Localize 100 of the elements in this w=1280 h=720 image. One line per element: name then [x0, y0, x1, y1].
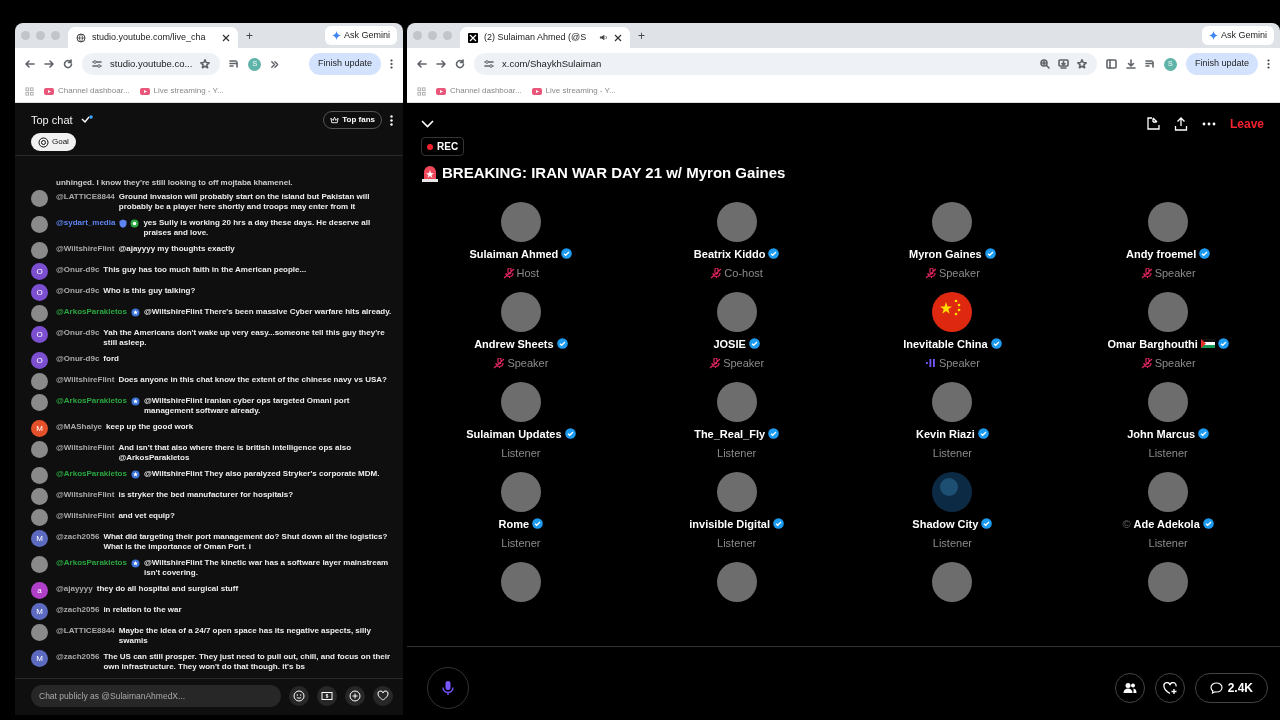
avatar-photo: [31, 467, 48, 484]
side-panel-icon[interactable]: [1105, 59, 1117, 69]
finish-update-button[interactable]: Finish update: [308, 53, 381, 75]
reload-icon[interactable]: [455, 59, 465, 69]
more-icon[interactable]: [390, 114, 393, 126]
close-icon[interactable]: [614, 33, 622, 42]
chat-author: @Onur-d9c: [56, 265, 100, 275]
avatar-photo: [31, 441, 48, 458]
react-button[interactable]: [1154, 673, 1185, 703]
shield-icon: [119, 218, 128, 228]
chevrons-icon[interactable]: [270, 59, 280, 69]
bookmark-link[interactable]: Channel dashboar...: [450, 85, 522, 97]
participant-role: Host: [516, 266, 540, 281]
avatar-photo: [1148, 291, 1189, 332]
super-chat-button[interactable]: [317, 686, 337, 706]
participant-name: Rome: [498, 516, 530, 532]
chat-author: @WiltshireFlint: [56, 375, 115, 385]
browser-tab[interactable]: (2) Sulaiman Ahmed (@S: [460, 27, 630, 48]
chat-author: @WiltshireFlint: [56, 244, 115, 254]
avatar-photo: [31, 305, 48, 322]
avatar-photo: [1148, 381, 1189, 422]
leave-button[interactable]: Leave: [1229, 115, 1264, 133]
add-icon: [349, 690, 361, 702]
address-bar[interactable]: x.com/ShaykhSulaiman: [474, 53, 1097, 75]
member-badge-icon: [130, 396, 140, 406]
forward-icon[interactable]: [436, 59, 446, 69]
install-icon[interactable]: [1057, 59, 1069, 69]
chat-author: @Onur-d9c: [56, 286, 100, 296]
address-bar[interactable]: studio.youtube.co...: [82, 53, 221, 75]
avatar-photo: [31, 488, 48, 505]
bookmark-link[interactable]: Live streaming - Y...: [545, 85, 616, 97]
star-icon[interactable]: [1076, 59, 1087, 69]
top-fans-button[interactable]: Top fans: [323, 111, 382, 129]
user-avatar: O: [31, 352, 48, 369]
microphone-button[interactable]: [427, 667, 469, 709]
goal-button[interactable]: Goal: [31, 133, 76, 151]
more-icon[interactable]: [390, 59, 393, 69]
add-button[interactable]: [345, 686, 365, 706]
close-icon[interactable]: [222, 33, 230, 42]
avatar-photo: [500, 471, 541, 512]
emoji-button[interactable]: [289, 686, 309, 706]
forward-icon[interactable]: [44, 59, 54, 69]
chat-author: @Onur-d9c: [56, 328, 100, 338]
zoom-icon[interactable]: [1039, 59, 1050, 69]
chat-input-field[interactable]: Chat publicly as @SulaimanAhmedX...: [31, 685, 281, 707]
avatar-photo: [932, 381, 973, 422]
participant-name: Ade Adekola: [1133, 516, 1200, 532]
super-chat-icon: [321, 690, 333, 702]
participant-name: Shadow City: [912, 516, 979, 532]
heart-button[interactable]: [373, 686, 393, 706]
ask-gemini-button[interactable]: Ask Gemini: [325, 25, 397, 46]
comments-button[interactable]: 2.4K: [1194, 673, 1268, 703]
more-icon[interactable]: [1267, 59, 1270, 69]
avatar-photo: [31, 190, 48, 207]
chat-message-text: Who is this guy talking?: [103, 286, 197, 296]
star-icon[interactable]: [200, 59, 211, 69]
avatar-photo: [31, 394, 48, 411]
participant-role: Co-host: [724, 266, 763, 281]
chat-mode-title[interactable]: Top chat: [31, 111, 73, 129]
participants-button[interactable]: [1114, 673, 1145, 703]
chat-message-text: Ground invasion will probably start on the island but Pakistan will probably be a player here shortly and troops may enter from it: [118, 192, 371, 212]
chat-message-text: Maybe the idea of a 24/7 open space has its negative aspects, silly swamis: [118, 626, 372, 646]
copyright-mark: ©: [1122, 516, 1131, 532]
bookmark-link[interactable]: Live streaming - Y...: [153, 85, 224, 97]
new-tab-button[interactable]: +: [246, 26, 253, 45]
avatar-photo: [31, 216, 48, 233]
browser-tab[interactable]: studio.youtube.com/live_cha: [68, 27, 238, 48]
play-logo-icon: [531, 87, 542, 95]
chat-author: @sydart_media: [56, 218, 116, 228]
play-logo-icon: [44, 87, 54, 95]
share-icon[interactable]: [1173, 117, 1188, 131]
chat-message-text: What did targeting their port management do? Shut down all the logistics? What is the importance of Oman Port. i: [103, 532, 389, 552]
sparkle-icon: [1209, 31, 1218, 40]
chat-author: @ArkosParakletos: [56, 469, 127, 479]
participant-role: Listener: [717, 446, 757, 461]
media-icon[interactable]: [1144, 59, 1155, 69]
chat-author: @ajayyyy: [56, 584, 93, 594]
participant-role: Speaker: [1154, 356, 1196, 371]
dock-icon[interactable]: [1145, 117, 1160, 131]
back-icon[interactable]: [25, 59, 35, 69]
reload-icon[interactable]: [63, 59, 73, 69]
download-icon[interactable]: [1125, 59, 1136, 69]
mic-off-icon: [493, 357, 506, 369]
mic-off-icon: [1140, 267, 1153, 279]
new-tab-button[interactable]: +: [638, 26, 645, 45]
chat-author: @ArkosParakletos: [56, 396, 127, 406]
media-icon[interactable]: [229, 59, 240, 69]
finish-update-button[interactable]: Finish update: [1185, 53, 1258, 75]
more-icon[interactable]: [1201, 122, 1216, 126]
ask-gemini-button[interactable]: Ask Gemini: [1202, 25, 1274, 46]
user-avatar: M: [31, 420, 48, 437]
mic-off-icon: [710, 267, 723, 279]
participant-name: The_Real_Fly: [694, 426, 766, 442]
bookmark-link[interactable]: Channel dashboar...: [58, 85, 130, 97]
emoji-icon: [293, 690, 305, 702]
avatar-photo: [716, 381, 757, 422]
back-icon[interactable]: [417, 59, 427, 69]
collapse-icon[interactable]: [421, 120, 434, 128]
member-badge-icon: [130, 307, 140, 317]
chevron-down-icon[interactable]: [80, 115, 93, 125]
